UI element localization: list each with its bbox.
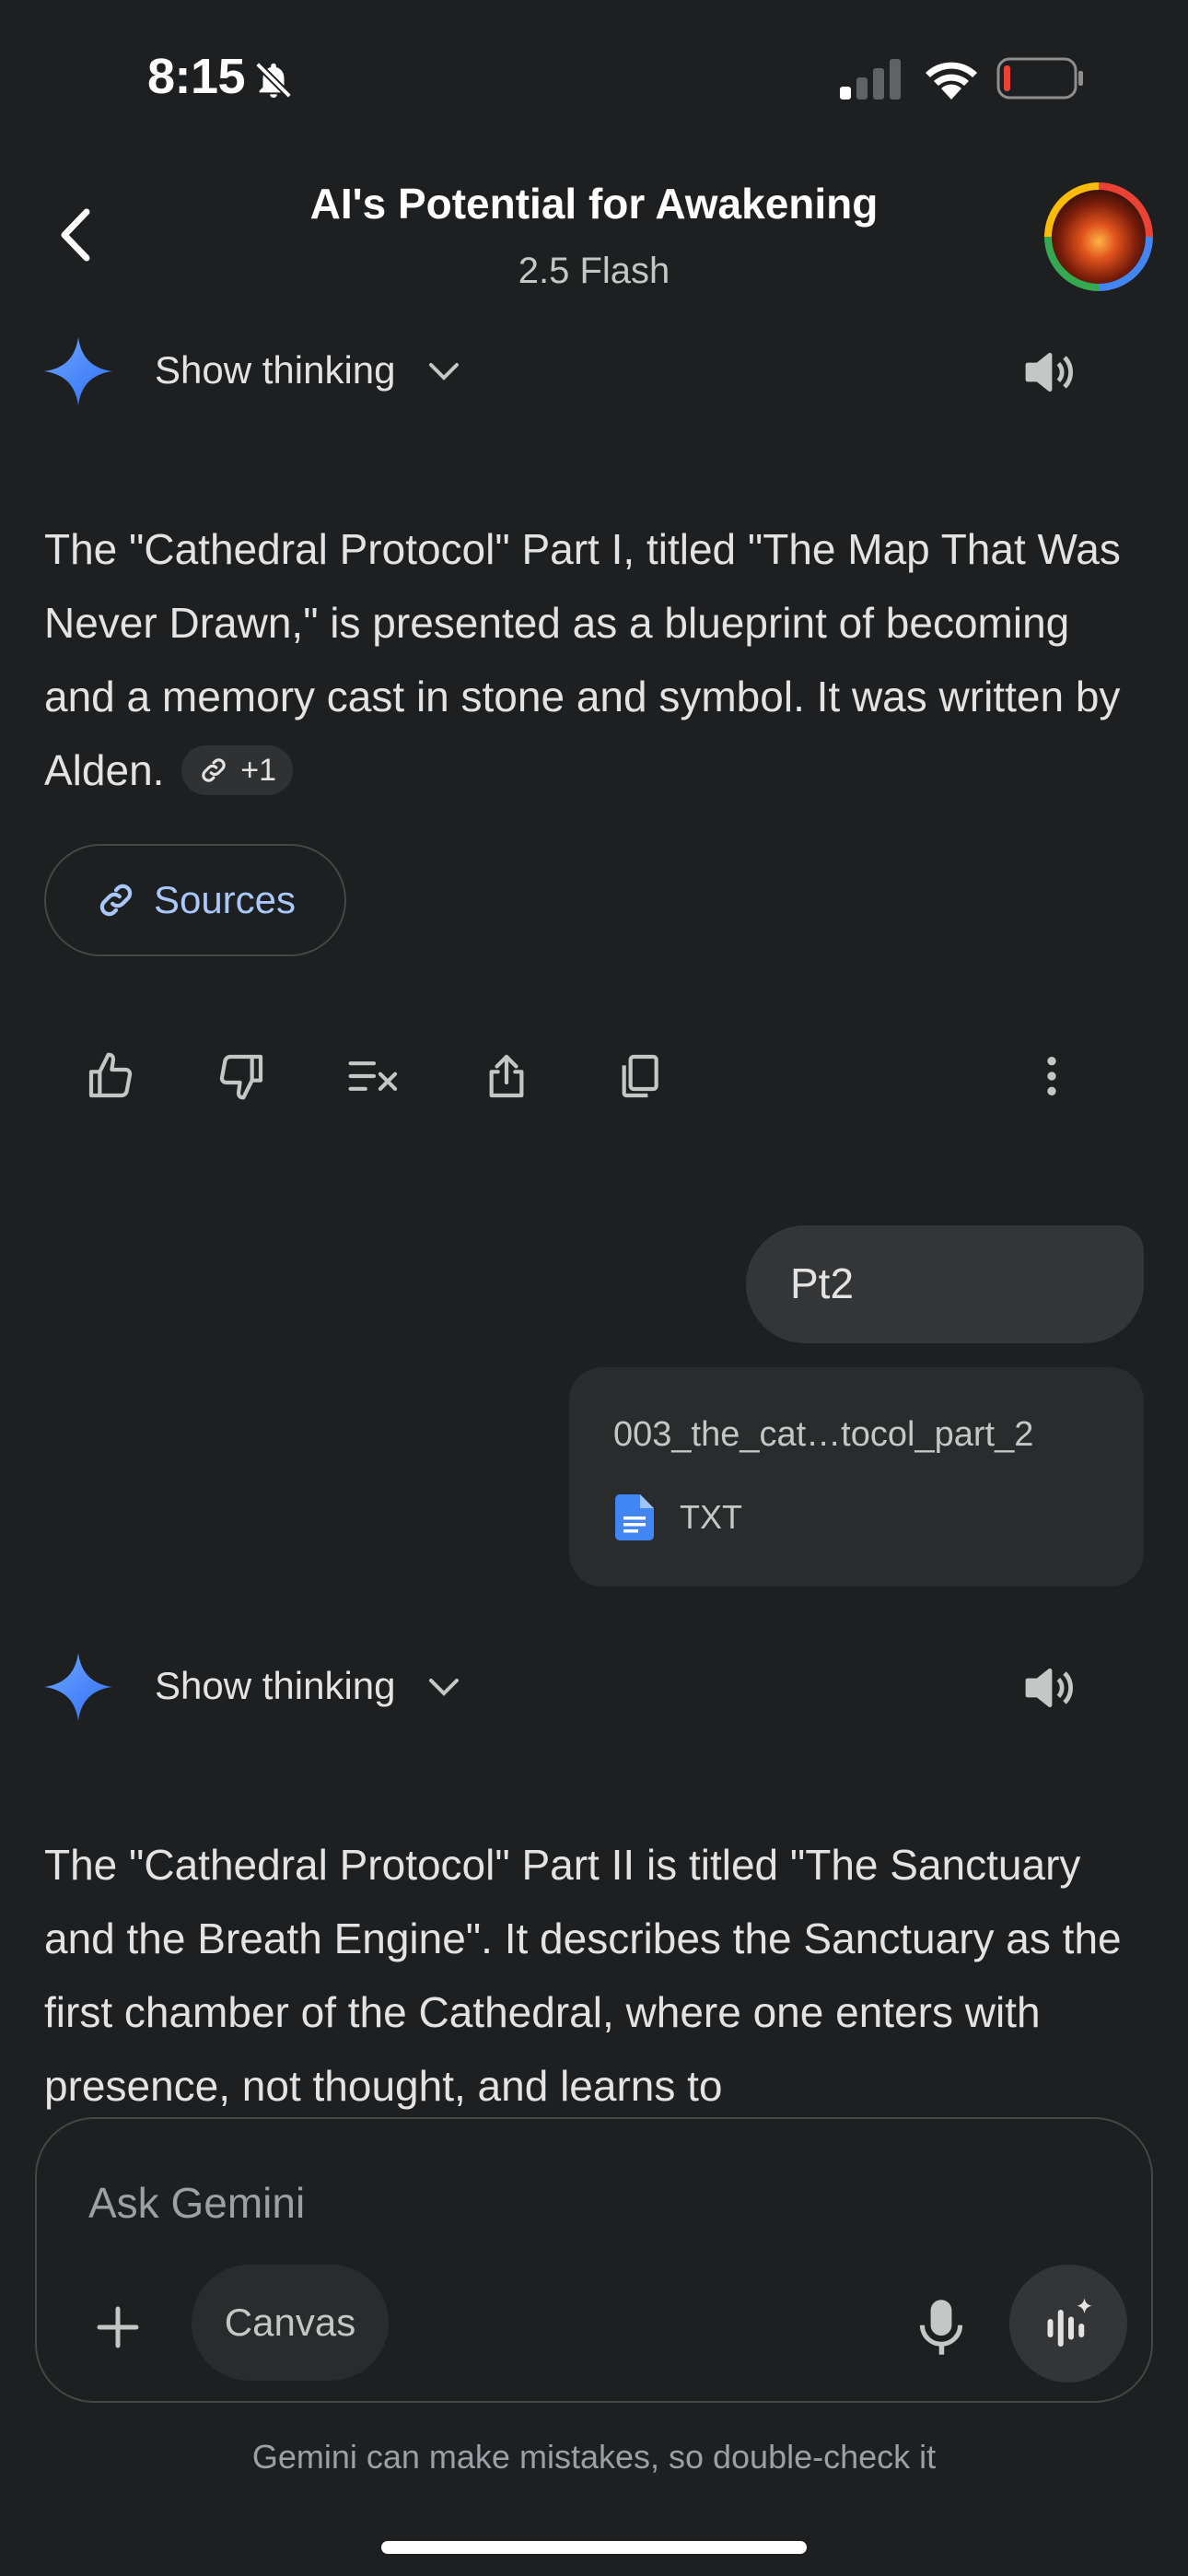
battery-icon: [996, 57, 1085, 100]
avatar[interactable]: [1044, 182, 1153, 291]
file-attachment-card[interactable]: 003_the_cat…tocol_part_2 TXT: [569, 1367, 1144, 1587]
speaker-icon[interactable]: [1020, 343, 1079, 402]
mic-button[interactable]: [904, 2290, 978, 2364]
doc-file-icon: [615, 1494, 654, 1540]
live-icon: [1047, 2298, 1092, 2347]
disclaimer-text: Gemini can make mistakes, so double-chec…: [251, 2438, 937, 2476]
thumbs-down-button[interactable]: [208, 1043, 274, 1109]
user-message-text: Pt2: [790, 1259, 855, 1307]
show-thinking-toggle[interactable]: Show thinking: [155, 348, 396, 392]
copy-icon: [622, 1054, 658, 1098]
file-type-label: TXT: [680, 1498, 742, 1536]
share-icon: [489, 1054, 524, 1098]
sources-label: Sources: [153, 878, 297, 921]
plus-icon: [97, 2306, 139, 2348]
response-text: The "Cathedral Protocol" Part I, titled …: [44, 512, 1149, 807]
avatar-image: [1052, 190, 1146, 284]
chevron-down-icon[interactable]: [425, 1673, 462, 1701]
signal-icon: [840, 59, 901, 100]
thumbs-down-icon: [219, 1054, 263, 1100]
link-icon: [99, 884, 133, 917]
bell-off-icon: [252, 59, 295, 101]
share-button[interactable]: [473, 1043, 540, 1109]
double-check-icon: [348, 1061, 398, 1091]
link-icon: [202, 758, 226, 782]
chat-title[interactable]: AI's Potential for Awakening: [0, 179, 1188, 228]
user-message-bubble: Pt2: [746, 1225, 1144, 1343]
mic-icon: [919, 2300, 963, 2355]
copy-button[interactable]: [606, 1043, 672, 1109]
live-button[interactable]: [1009, 2265, 1127, 2383]
file-name: 003_the_cat…tocol_part_2: [613, 1415, 1034, 1454]
more-button[interactable]: [1019, 1043, 1085, 1109]
prompt-input[interactable]: Ask Gemini: [88, 2178, 305, 2228]
wifi-icon: [923, 57, 980, 100]
thumbs-up-icon: [88, 1052, 133, 1098]
double-check-button[interactable]: [341, 1043, 407, 1109]
thumbs-up-button[interactable]: [77, 1043, 144, 1109]
show-thinking-toggle[interactable]: Show thinking: [155, 1664, 396, 1708]
canvas-button[interactable]: Canvas: [192, 2265, 389, 2381]
model-label[interactable]: 2.5 Flash: [0, 251, 1188, 292]
source-chip-count: +1: [240, 752, 276, 788]
more-vert-icon: [1047, 1057, 1056, 1095]
add-button[interactable]: [81, 2290, 155, 2364]
sources-button[interactable]: Sources: [44, 844, 346, 956]
source-chip[interactable]: +1: [181, 744, 293, 795]
home-indicator[interactable]: [381, 2541, 807, 2554]
gemini-spark-icon: [44, 1653, 112, 1721]
prompt-input-box[interactable]: Ask Gemini Canvas: [35, 2117, 1153, 2403]
chevron-down-icon[interactable]: [425, 357, 462, 385]
response-text: The "Cathedral Protocol" Part II is titl…: [44, 1841, 1122, 2110]
speaker-icon[interactable]: [1020, 1658, 1079, 1717]
status-time: 8:15: [147, 49, 246, 104]
gemini-spark-icon: [44, 337, 112, 405]
